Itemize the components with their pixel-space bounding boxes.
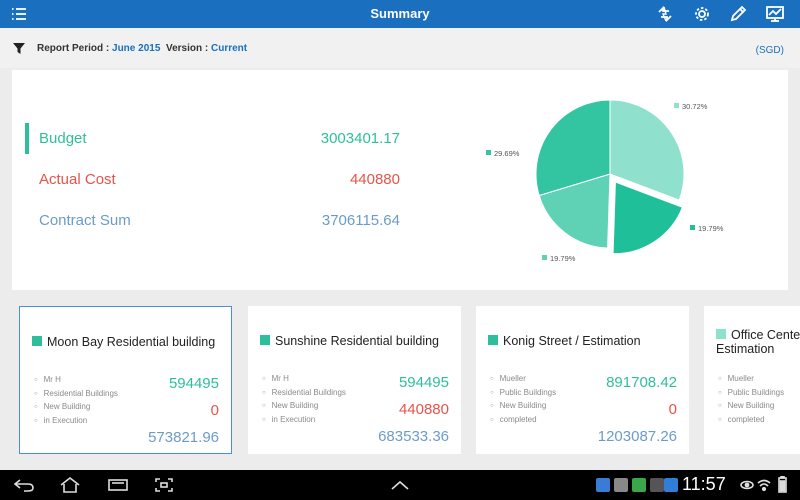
system-nav-bar: 11:57 <box>0 470 800 500</box>
pie-label-marker <box>542 255 547 260</box>
project-status: completed <box>718 415 784 429</box>
contract-sum-value: 3706115.64 <box>321 212 400 229</box>
project-owner: Mr H <box>262 374 346 388</box>
budget-row[interactable]: Budget 3003401.17 <box>12 123 412 154</box>
project-title: Moon Bay Residential building <box>32 335 215 349</box>
actual-cost-label: Actual Cost <box>39 171 116 188</box>
pie-label-marker <box>674 103 679 108</box>
pie-slice-label: 30.72% <box>682 102 708 111</box>
play-notification-icon[interactable] <box>664 478 678 492</box>
project-type: New Building <box>34 402 118 416</box>
budget-value: 891708.42 <box>606 374 677 391</box>
download-notification-icon[interactable] <box>650 478 664 492</box>
eye-status-icon <box>740 480 754 490</box>
settings-gear-icon[interactable] <box>691 4 713 24</box>
version-value[interactable]: Current <box>211 43 247 54</box>
project-type: New Building <box>718 401 784 415</box>
contract-sum-label: Contract Sum <box>39 212 131 229</box>
project-owner: Mr H <box>34 375 118 389</box>
contract-sum-row[interactable]: Contract Sum 3706115.64 <box>12 205 412 235</box>
page-title: Summary <box>370 6 430 21</box>
wifi-icon <box>757 479 771 492</box>
project-name: Sunshine Residential building <box>275 334 440 348</box>
budget-value: 594495 <box>398 374 449 391</box>
contract-sum-value: 683533.36 <box>378 428 449 445</box>
store-notification-icon[interactable] <box>632 478 646 492</box>
project-name: Moon Bay Residential building <box>47 335 216 349</box>
project-name: Office Center Estimation <box>716 328 800 356</box>
pie-label-marker <box>486 150 491 155</box>
project-category: Public Buildings <box>490 388 556 402</box>
project-type: New Building <box>262 401 346 415</box>
actual-cost-value: 0 <box>210 402 219 419</box>
screenshot-icon[interactable] <box>150 475 178 495</box>
actual-cost-row[interactable]: Actual Cost 440880 <box>12 164 412 194</box>
recent-apps-icon[interactable] <box>104 475 132 495</box>
project-details: Mueller Public Buildings New Building co… <box>490 374 556 428</box>
project-color-marker <box>716 329 726 339</box>
system-clock: 11:57 <box>682 474 726 494</box>
battery-icon <box>778 476 787 493</box>
refresh-sync-icon[interactable] <box>654 4 676 24</box>
budget-value: 3003401.17 <box>320 130 400 147</box>
actual-cost-value: 0 <box>668 401 677 418</box>
selection-indicator <box>25 123 29 154</box>
project-title: Sunshine Residential building <box>260 334 439 348</box>
project-status: completed <box>490 415 556 429</box>
home-icon[interactable] <box>56 475 84 495</box>
report-period-text: Report Period : June 2015 Version : Curr… <box>37 43 247 54</box>
project-details: Mueller Public Buildings New Building co… <box>718 374 784 428</box>
actual-cost-value: 440880 <box>349 171 400 188</box>
version-label: Version : <box>165 43 209 54</box>
pie-label-marker <box>690 225 695 230</box>
currency-label: (SGD) <box>755 45 784 56</box>
pie-slice-label: 19.79% <box>698 224 724 233</box>
report-period-bar: Report Period : June 2015 Version : Curr… <box>0 28 800 68</box>
project-card[interactable]: Moon Bay Residential building Mr H Resid… <box>19 306 232 454</box>
dashboard-chart-icon[interactable] <box>764 4 786 24</box>
project-name: Konig Street / Estimation <box>503 334 641 348</box>
file-notification-icon[interactable] <box>614 478 628 492</box>
project-card[interactable]: Office Center Estimation Mueller Public … <box>704 306 800 454</box>
project-details: Mr H Residential Buildings New Building … <box>262 374 346 428</box>
pie-chart[interactable]: 30.72% 19.79% 19.79% 29.69% <box>452 92 752 272</box>
actual-cost-value: 440880 <box>398 401 449 418</box>
budget-value: 594495 <box>168 375 219 392</box>
project-category: Residential Buildings <box>262 388 346 402</box>
pie-slice-label: 29.69% <box>494 149 520 158</box>
edit-pencil-icon[interactable] <box>727 4 749 24</box>
budget-label: Budget <box>39 130 87 147</box>
contract-sum-value: 573821.96 <box>148 429 219 446</box>
project-card[interactable]: Konig Street / Estimation Mueller Public… <box>476 306 689 454</box>
summary-panel: Budget 3003401.17 Actual Cost 440880 Con… <box>12 70 788 290</box>
project-card[interactable]: Sunshine Residential building Mr H Resid… <box>248 306 461 454</box>
project-color-marker <box>32 336 42 346</box>
app-bar: Summary <box>0 0 800 28</box>
pie-slice-label: 19.79% <box>550 254 576 263</box>
period-value[interactable]: June 2015 <box>112 43 160 54</box>
app-notification-icon[interactable] <box>596 478 610 492</box>
project-status: in Execution <box>262 415 346 429</box>
project-owner: Mueller <box>490 374 556 388</box>
back-icon[interactable] <box>10 475 38 495</box>
project-details: Mr H Residential Buildings New Building … <box>34 375 118 429</box>
period-label: Report Period : <box>37 43 110 54</box>
filter-icon[interactable] <box>12 42 26 55</box>
project-status: in Execution <box>34 416 118 430</box>
project-title: Konig Street / Estimation <box>488 334 641 348</box>
up-arrow-icon[interactable] <box>386 475 414 495</box>
contract-sum-value: 1203087.26 <box>597 428 677 445</box>
project-color-marker <box>488 335 498 345</box>
project-color-marker <box>260 335 270 345</box>
project-title: Office Center Estimation <box>716 328 800 356</box>
project-type: New Building <box>490 401 556 415</box>
project-cards-strip[interactable]: Moon Bay Residential building Mr H Resid… <box>12 298 800 462</box>
project-owner: Mueller <box>718 374 784 388</box>
project-category: Public Buildings <box>718 388 784 402</box>
project-category: Residential Buildings <box>34 389 118 403</box>
